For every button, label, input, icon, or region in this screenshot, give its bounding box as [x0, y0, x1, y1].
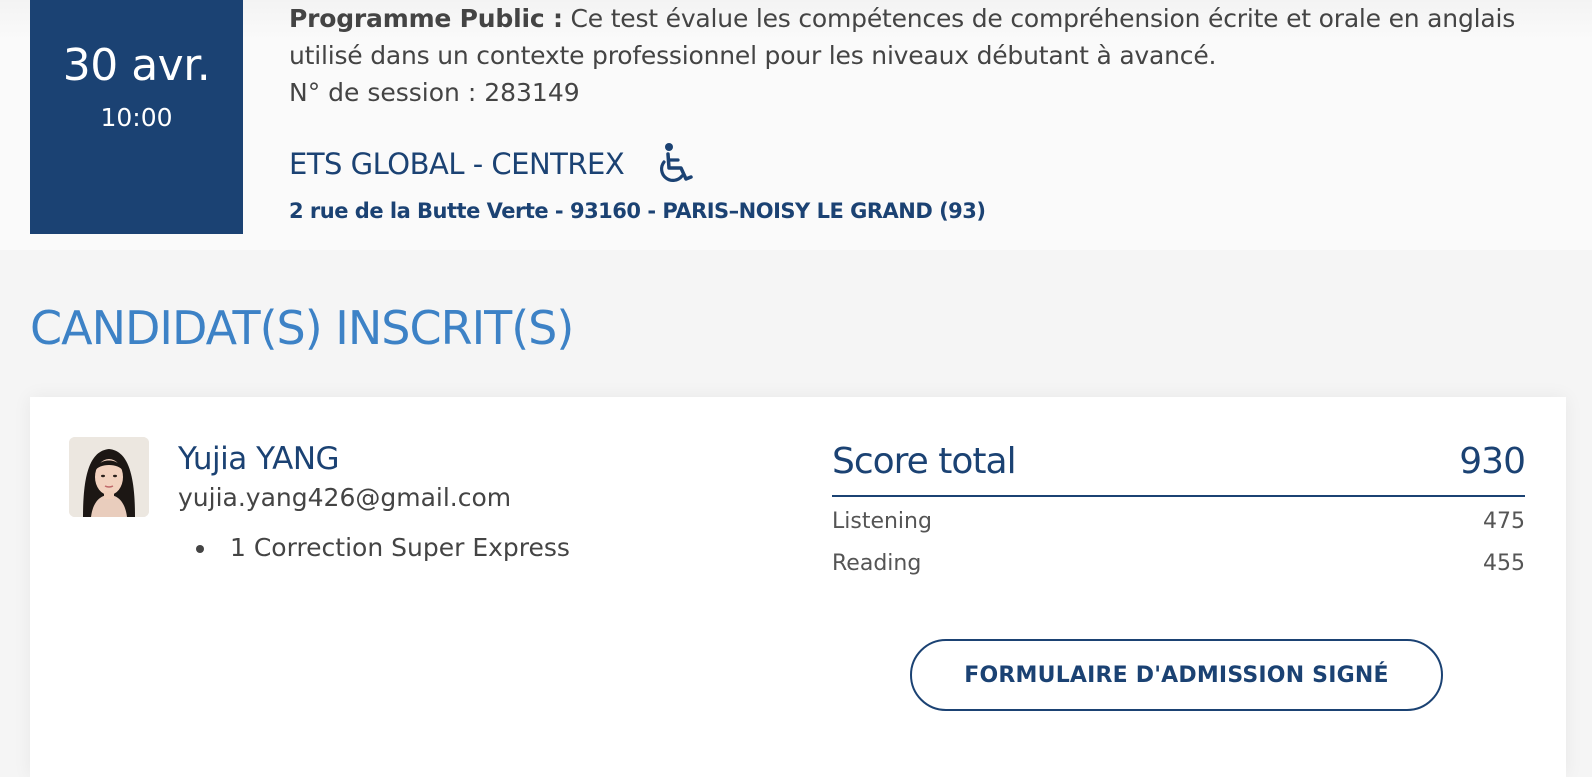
score-total-label: Score total — [832, 441, 1017, 482]
session-date: 30 avr. — [62, 40, 211, 91]
session-number: N° de session : 283149 — [289, 78, 580, 107]
score-row-label: Listening — [832, 509, 932, 534]
test-center-name: ETS GLOBAL - CENTREX — [289, 147, 625, 181]
score-row-listening: Listening 475 — [832, 497, 1525, 539]
wheelchair-icon — [657, 142, 695, 184]
score-table: Score total 930 Listening 475 Reading 45… — [832, 437, 1526, 581]
score-total-row: Score total 930 — [832, 437, 1526, 497]
session-card: 30 avr. 10:00 Programme Public : Ce test… — [0, 0, 1592, 250]
score-row-value: 475 — [1483, 509, 1525, 534]
candidate-card: Yujia YANG yujia.yang426@gmail.com 1 Cor… — [30, 397, 1566, 777]
session-date-box: 30 avr. 10:00 — [30, 0, 243, 234]
score-row-label: Reading — [832, 551, 922, 576]
score-row-value: 455 — [1483, 551, 1525, 576]
session-time: 10:00 — [100, 103, 173, 132]
candidate-email: yujia.yang426@gmail.com — [178, 483, 512, 512]
list-item: 1 Correction Super Express — [178, 530, 570, 566]
candidate-name: Yujia YANG — [178, 441, 340, 477]
candidate-options-list: 1 Correction Super Express — [178, 530, 570, 566]
signed-admission-form-button[interactable]: FORMULAIRE D'ADMISSION SIGNÉ — [910, 639, 1443, 711]
score-total-value: 930 — [1459, 441, 1526, 482]
avatar — [69, 437, 149, 517]
program-description: Programme Public : Ce test évalue les co… — [289, 0, 1569, 74]
candidates-section-title: CANDIDAT(S) INSCRIT(S) — [30, 301, 574, 355]
test-center-address: 2 rue de la Butte Verte - 93160 - PARIS–… — [289, 199, 986, 223]
program-label: Programme Public : — [289, 4, 563, 33]
score-row-reading: Reading 455 — [832, 539, 1525, 581]
